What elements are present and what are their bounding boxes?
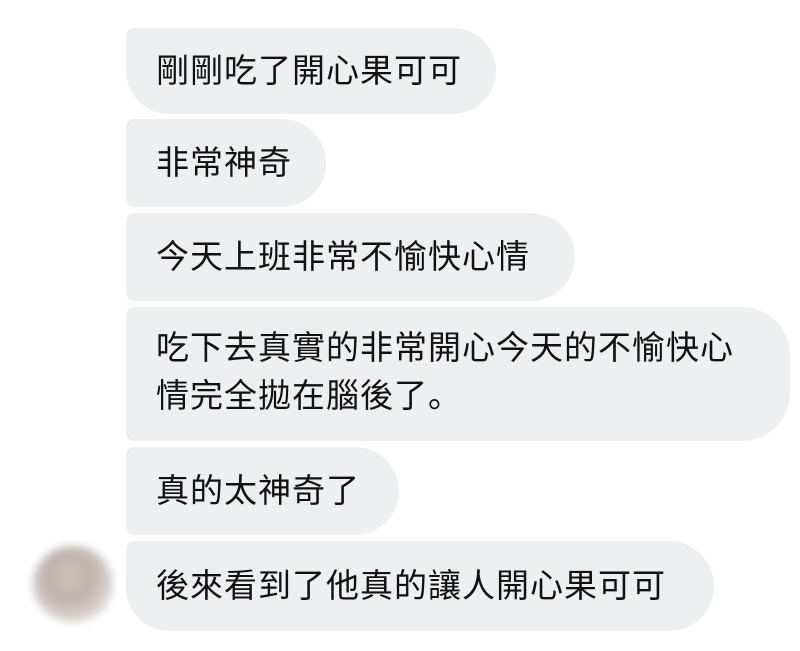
message-bubble[interactable]: 吃下去真實的非常開心今天的不愉快心情完全拋在腦後了。 (126, 307, 790, 441)
message-bubble[interactable]: 後來看到了他真的讓人開心果可可 (126, 541, 714, 631)
message-bubble[interactable]: 非常神奇 (126, 119, 326, 207)
message-bubble[interactable]: 剛剛吃了開心果可可 (126, 28, 496, 114)
message-bubble[interactable]: 今天上班非常不愉快心情 (126, 213, 575, 301)
sender-avatar[interactable] (33, 546, 113, 622)
chat-thread: 剛剛吃了開心果可可 非常神奇 今天上班非常不愉快心情 吃下去真實的非常開心今天的… (0, 0, 800, 651)
message-bubble[interactable]: 真的太神奇了 (126, 447, 399, 535)
